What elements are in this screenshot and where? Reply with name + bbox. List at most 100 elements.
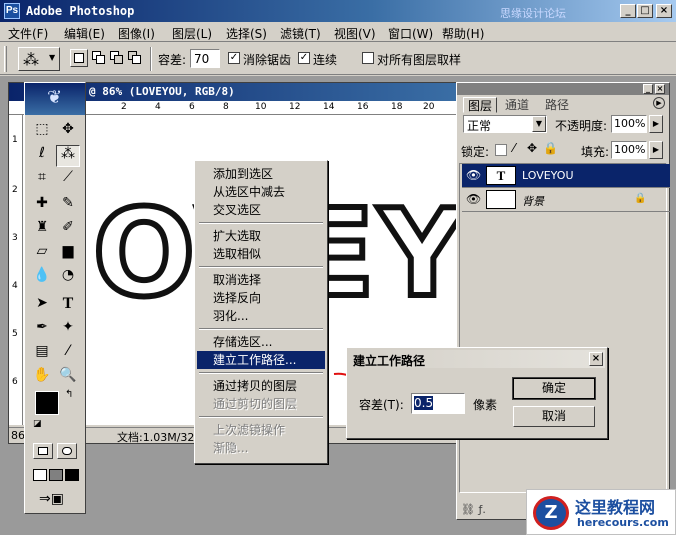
menu-image[interactable]: 图像(I) (118, 25, 155, 42)
eraser-tool-icon[interactable]: ▱ (30, 243, 54, 265)
new-selection-button[interactable] (70, 49, 88, 67)
divider (150, 47, 152, 71)
healing-brush-icon[interactable]: ✚ (30, 195, 54, 217)
lock-pixels-icon[interactable]: ⁄ (513, 141, 515, 155)
jump-to-imageready-icon[interactable]: ⇒▣ (39, 491, 64, 507)
opacity-slider-button[interactable]: ▶ (649, 115, 663, 133)
menu-select[interactable]: 选择(S) (226, 25, 267, 42)
dialog-title-bar[interactable]: 建立工作路径 × (349, 350, 605, 368)
hand-tool-icon[interactable]: ✋ (30, 367, 54, 389)
screen-mode-standard-icon[interactable] (33, 469, 47, 481)
menu-item-layer-via-copy[interactable]: 通过拷贝的图层 (197, 377, 325, 395)
move-tool-icon[interactable]: ✥ (56, 121, 80, 143)
path-select-icon[interactable]: ➤ (30, 295, 54, 317)
menu-layer[interactable]: 图层(L) (172, 25, 212, 42)
subtract-selection-button[interactable] (108, 49, 126, 67)
pen-tool-icon[interactable]: ✒ (30, 319, 54, 341)
menu-window[interactable]: 窗口(W) (388, 25, 433, 42)
dialog-tolerance-input[interactable]: 0.5 (411, 393, 465, 414)
tab-paths[interactable]: 路径 (541, 97, 573, 113)
contiguous-checkbox[interactable]: ✓ (298, 52, 310, 64)
maximize-button[interactable]: □ (637, 4, 653, 18)
dodge-tool-icon[interactable]: ◔ (56, 267, 80, 289)
crop-tool-icon[interactable]: ⌗ (30, 169, 54, 191)
panel-menu-icon[interactable]: ▶ (653, 97, 665, 109)
tab-layers[interactable]: 图层 (463, 97, 498, 113)
gradient-tool-icon[interactable]: ▆ (56, 243, 80, 265)
menu-item-deselect[interactable]: 取消选择 (197, 271, 325, 289)
lasso-tool-icon[interactable]: ℓ (30, 145, 54, 167)
ruler-label: 8 (223, 102, 229, 112)
swap-colors-icon[interactable]: ↰ (65, 389, 73, 400)
type-tool-icon[interactable]: T (56, 295, 80, 317)
add-selection-button[interactable] (90, 49, 108, 67)
menu-filter[interactable]: 滤镜(T) (280, 25, 321, 42)
opacity-input[interactable]: 100% (611, 115, 647, 133)
zoom-level[interactable]: 86 (11, 429, 25, 442)
fill-input[interactable]: 100% (611, 141, 647, 159)
all-layers-checkbox[interactable] (362, 52, 374, 64)
menu-item-grow[interactable]: 扩大选取 (197, 227, 325, 245)
antialias-checkbox[interactable]: ✓ (228, 52, 240, 64)
lock-all-icon[interactable]: 🔒 (543, 141, 558, 155)
intersect-selection-button[interactable] (126, 49, 144, 67)
antialias-label: 消除锯齿 (243, 53, 292, 67)
close-button[interactable]: × (656, 4, 672, 18)
screen-mode-full-icon[interactable] (65, 469, 79, 481)
menu-item-add-to-selection[interactable]: 添加到选区 (197, 165, 325, 183)
layer-row[interactable]: 👁 背景 🔒 (462, 188, 670, 212)
eyedropper-icon[interactable]: ⁄ (56, 343, 80, 365)
eye-icon[interactable]: 👁 (466, 192, 481, 206)
notes-tool-icon[interactable]: ▤ (30, 343, 54, 365)
magic-wand-tool-icon[interactable]: ⁂ (56, 145, 80, 167)
lock-transparency-checkbox[interactable] (495, 144, 507, 156)
minimize-button[interactable]: _ (620, 4, 636, 18)
ruler-label: 6 (12, 377, 18, 387)
menu-help[interactable]: 帮助(H) (442, 25, 484, 42)
marquee-tool-icon[interactable]: ⬚ (30, 121, 54, 143)
history-brush-icon[interactable]: ✐ (56, 219, 80, 241)
stamp-tool-icon[interactable]: ♜ (30, 219, 54, 241)
vertical-ruler[interactable]: 1 2 3 4 5 6 (9, 115, 23, 425)
quick-mask-button[interactable] (57, 443, 77, 459)
menu-item-inverse[interactable]: 选择反向 (197, 289, 325, 307)
panel-title-bar[interactable]: _ × (457, 83, 669, 95)
menu-item-similar[interactable]: 选取相似 (197, 245, 325, 263)
grip-handle[interactable] (4, 46, 7, 72)
dialog-close-button[interactable]: × (589, 352, 603, 366)
cancel-button[interactable]: 取消 (513, 406, 595, 427)
menu-item-intersect-selection[interactable]: 交叉选区 (197, 201, 325, 219)
ok-button[interactable]: 确定 (512, 377, 596, 400)
default-colors-icon[interactable]: ◪ (33, 419, 42, 429)
lock-position-icon[interactable]: ✥ (527, 141, 537, 155)
slice-tool-icon[interactable]: ⟋ (56, 169, 80, 191)
menu-item-feather[interactable]: 羽化... (197, 307, 325, 325)
menu-separator (199, 416, 323, 418)
menu-file[interactable]: 文件(F) (8, 25, 48, 42)
panel-minimize-button[interactable]: _ (643, 84, 653, 94)
zoom-tool-icon[interactable]: 🔍 (56, 367, 80, 389)
brush-tool-icon[interactable]: ✎ (56, 195, 80, 217)
layer-link-icon[interactable]: ⛓ ƒ. (461, 503, 486, 516)
menu-edit[interactable]: 编辑(E) (64, 25, 105, 42)
menu-view[interactable]: 视图(V) (334, 25, 376, 42)
layer-row[interactable]: 👁 T LOVEYOU (462, 164, 670, 188)
foreground-color-swatch[interactable] (35, 391, 59, 415)
tolerance-input[interactable]: 70 (190, 49, 220, 68)
eye-icon[interactable]: 👁 (466, 168, 481, 182)
panel-close-button[interactable]: × (655, 84, 665, 94)
menu-item-subtract-from-selection[interactable]: 从选区中减去 (197, 183, 325, 201)
blur-tool-icon[interactable]: 💧 (30, 267, 54, 289)
tab-channels[interactable]: 通道 (501, 97, 533, 113)
standard-mode-button[interactable] (33, 443, 53, 459)
shape-tool-icon[interactable]: ✦ (56, 319, 80, 341)
feather-icon: ❦ (47, 87, 63, 108)
fill-slider-button[interactable]: ▶ (649, 141, 663, 159)
tool-preset-picker[interactable]: ⁂ ▼ (18, 47, 60, 71)
menu-item-make-work-path[interactable]: 建立工作路径... (197, 351, 325, 369)
screen-mode-full-menu-icon[interactable] (49, 469, 63, 481)
toolbox-header[interactable]: ❦ (25, 83, 85, 115)
blend-mode-select[interactable]: 正常 ▼ (463, 115, 547, 133)
menu-separator (199, 328, 323, 330)
menu-item-save-selection[interactable]: 存储选区... (197, 333, 325, 351)
